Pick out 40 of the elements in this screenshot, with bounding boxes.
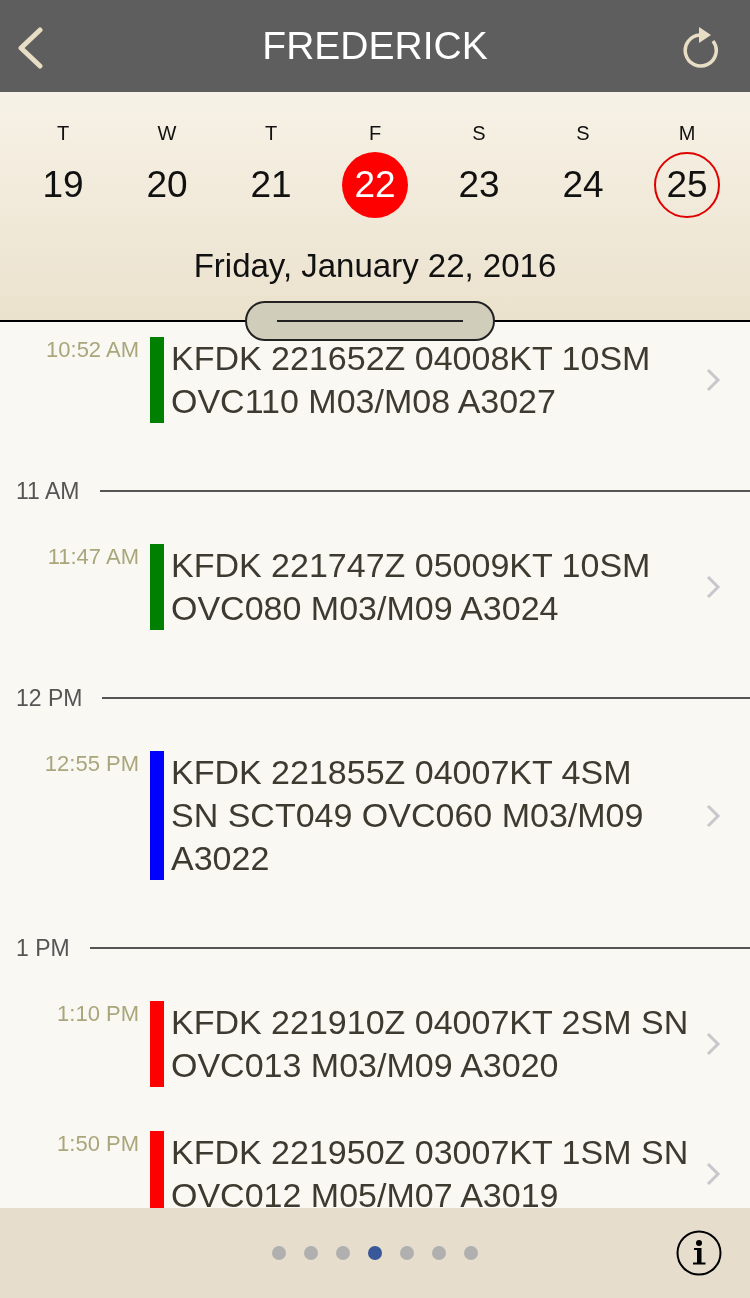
time-label: 12:55 PM [44,751,139,777]
report-text[interactable]: KFDK 221855Z 04007KT 4SM SN SCT049 OVC060 M03/M09 A3022 [171,751,644,880]
back-icon [17,27,43,69]
chevron-right-icon [705,802,721,829]
report-text[interactable]: KFDK 221652Z 04008KT 10SM OVC110 M03/M08 A3027 [171,337,651,423]
weekday-label: W [157,121,177,145]
chevron-right-icon [705,574,721,600]
time-label: 10:52 AM [46,337,139,363]
weekday-label: M [678,121,696,145]
report-text[interactable]: KFDK 221950Z 03007KT 1SM SN OVC012 M05/M07 A3019 [171,1131,689,1208]
day-number[interactable]: 22 [342,152,408,218]
info-button[interactable] [676,1230,722,1276]
weekday-label: T [264,121,278,145]
chevron-right-icon [705,1031,721,1057]
time-label: 11:47 AM [47,544,139,570]
weekday-label: S [576,121,590,145]
day-number[interactable]: 19 [30,152,96,218]
hour-label: 11 AM [16,477,80,505]
report-text[interactable]: KFDK 221910Z 04007KT 2SM SN OVC013 M03/M09 A3020 [171,1001,689,1087]
date-heading: Friday, January 22, 2016 [193,247,557,285]
day-number[interactable]: 23 [446,152,512,218]
weekday-label: F [368,121,382,145]
day-number[interactable]: 20 [134,152,200,218]
hour-label: 12 PM [16,684,83,712]
info-icon [676,1230,722,1276]
hour-label: 1 PM [16,934,70,962]
weekday-label: T [56,121,70,145]
day-number[interactable]: 24 [550,152,616,218]
refresh-icon [680,25,720,69]
report-text[interactable]: KFDK 221747Z 05009KT 10SM OVC080 M03/M09 A3024 [171,544,651,630]
day-number[interactable]: 25 [654,152,720,218]
chevron-right-icon [705,1161,721,1187]
time-label: 1:10 PM [57,1001,139,1027]
time-label: 1:50 PM [57,1131,139,1157]
day-number[interactable]: 21 [238,152,304,218]
refresh-button[interactable] [680,25,720,69]
drag-handle[interactable] [245,301,495,341]
screen-title: FREDERICK [262,23,488,69]
weekday-label: S [472,121,486,145]
chevron-right-icon [705,367,721,393]
